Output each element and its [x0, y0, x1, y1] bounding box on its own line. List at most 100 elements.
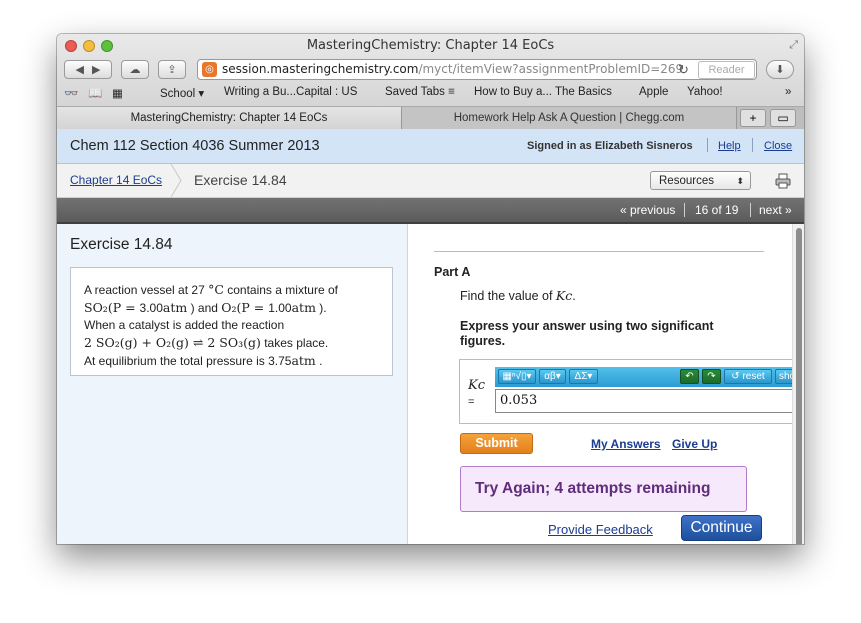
tab-overview-button[interactable]: ▭ [770, 109, 796, 127]
next-link[interactable]: next » [759, 203, 792, 217]
provide-feedback-link[interactable]: Provide Feedback [548, 522, 653, 537]
problem-text: A reaction vessel at 27 [84, 283, 209, 297]
header-divider [707, 138, 708, 152]
problem-text: . [315, 354, 323, 368]
answer-entry-box: Kc = ▦ⁿ√▯▾ αβ▾ ΔΣ▾ ↶ ↷ ↺ reset show 0.05… [459, 359, 792, 424]
problem-text: At equilibrium the total pressure is [84, 354, 269, 368]
reload-icon[interactable]: ↻ [678, 60, 692, 79]
previous-link[interactable]: « previous [620, 203, 675, 217]
print-icon[interactable] [775, 173, 791, 189]
help-link[interactable]: Help [718, 140, 741, 152]
top-sites-icon[interactable]: ▦ [112, 86, 123, 100]
bookmark-school[interactable]: School ▾ [160, 86, 204, 100]
math-unit: °C [208, 282, 224, 297]
browser-toolbar: ◀ ▶ ☁ ⇪ ◎ session.masteringchemistry.com/… [57, 58, 804, 82]
continue-button[interactable]: Continue [681, 515, 762, 541]
share-icon: ⇪ [167, 64, 177, 76]
redo-icon[interactable]: ↷ [702, 369, 721, 384]
answer-pane: Part A Find the value of Kc. Express you… [408, 224, 792, 544]
question-symbol: Kc [555, 288, 573, 303]
address-bar[interactable]: ◎ session.masteringchemistry.com/myct/it… [197, 59, 757, 80]
bookmark-yahoo[interactable]: Yahoo! [687, 86, 723, 98]
problem-line-1: A reaction vessel at 27 °C contains a mi… [84, 281, 382, 299]
problem-line-5: At equilibrium the total pressure is 3.7… [84, 352, 382, 370]
feedback-message: Try Again; 4 attempts remaining [460, 466, 747, 512]
back-icon[interactable]: ◀ [76, 63, 84, 76]
downloads-button[interactable]: ⬇ [766, 60, 794, 79]
problem-line-2: SO₂(P = 3.00atm ) and O₂(P = 1.00atm ). [84, 299, 382, 317]
breadcrumb-separator-icon [170, 164, 182, 197]
problem-text: contains a mixture of [223, 283, 338, 297]
resources-dropdown[interactable]: Resources ⬍ [650, 171, 751, 190]
problem-navigation: « previous 16 of 19 next » [57, 198, 804, 224]
resources-label: Resources [659, 175, 714, 187]
reading-list-icon[interactable]: 👓 [64, 86, 78, 100]
my-answers-link[interactable]: My Answers [591, 437, 661, 451]
bookmark-apple[interactable]: Apple [639, 86, 668, 98]
answer-variable-label: Kc [468, 378, 485, 393]
header-divider [752, 138, 753, 152]
back-forward-buttons[interactable]: ◀ ▶ [64, 60, 112, 79]
download-icon: ⬇ [775, 64, 785, 76]
reset-icon: ↺ [731, 371, 743, 382]
problem-text: ) and [187, 301, 222, 315]
tab-masteringchemistry[interactable]: MasteringChemistry: Chapter 14 EoCs [57, 107, 402, 129]
math-unit: atm [291, 300, 316, 315]
vertical-scrollbar[interactable] [792, 224, 804, 544]
signed-in-text: Signed in as Elizabeth Sisneros [527, 140, 693, 152]
math-unit: atm [162, 300, 188, 315]
bookmark-how-to-buy[interactable]: How to Buy a... The Basics [474, 86, 612, 98]
forward-icon[interactable]: ▶ [92, 63, 100, 76]
divider [434, 251, 764, 252]
question-text: Find the value of Kc. [460, 288, 576, 303]
course-title: Chem 112 Section 4036 Summer 2013 [70, 138, 320, 154]
browser-window: MasteringChemistry: Chapter 14 EoCs ⤢ ◀ ▶… [57, 34, 804, 544]
question-suffix: . [572, 289, 576, 303]
url-text[interactable]: session.masteringchemistry.com/myct/item… [222, 60, 683, 79]
browser-chrome: MasteringChemistry: Chapter 14 EoCs ⤢ ◀ ▶… [57, 34, 804, 130]
problem-position: 16 of 19 [695, 203, 739, 217]
problem-text: ). [315, 301, 327, 315]
reader-button[interactable]: Reader [698, 61, 755, 79]
give-up-link[interactable]: Give Up [672, 437, 717, 451]
submit-button[interactable]: Submit [460, 433, 533, 454]
undo-icon[interactable]: ↶ [680, 369, 699, 384]
breadcrumb: Chapter 14 EoCs Exercise 14.84 Resources… [57, 164, 804, 198]
problem-value: 1.00 [268, 301, 292, 315]
problem-value: 3.00 [139, 301, 163, 315]
window-title: MasteringChemistry: Chapter 14 EoCs [306, 38, 555, 53]
close-link[interactable]: Close [764, 140, 792, 152]
feedback-text: Try Again; 4 attempts remaining [475, 480, 711, 497]
more-bookmarks-icon[interactable]: » [785, 86, 791, 98]
breadcrumb-chapter-link[interactable]: Chapter 14 EoCs [70, 173, 162, 187]
exercise-title: Exercise 14.84 [70, 236, 173, 253]
scrollbar-thumb[interactable] [796, 228, 802, 544]
templates-button[interactable]: ▦ⁿ√▯▾ [498, 369, 536, 384]
share-button[interactable]: ⇪ [158, 60, 186, 79]
problem-pane: Exercise 14.84 A reaction vessel at 27 °… [57, 224, 408, 544]
bookmark-saved-tabs[interactable]: Saved Tabs ≡ [385, 86, 455, 98]
icloud-tabs-button[interactable]: ☁ [121, 60, 149, 79]
breadcrumb-current: Exercise 14.84 [194, 172, 287, 188]
reset-button[interactable]: ↺ reset [724, 369, 772, 384]
part-title: Part A [434, 265, 471, 279]
fullscreen-icon[interactable]: ⤢ [789, 39, 798, 52]
greek-letters-button[interactable]: αβ▾ [539, 369, 566, 384]
nav-divider [750, 203, 751, 217]
problem-line-3: When a catalyst is added the reaction [84, 318, 285, 332]
url-host: session.masteringchemistry.com [222, 62, 419, 76]
title-bar: MasteringChemistry: Chapter 14 EoCs ⤢ [57, 34, 804, 58]
math-unit: atm [291, 353, 316, 368]
symbols-button[interactable]: ΔΣ▾ [569, 369, 598, 384]
problem-value: 3.75 [268, 354, 292, 368]
answer-input[interactable]: 0.053 [495, 389, 792, 413]
new-tab-button[interactable]: + [740, 109, 766, 127]
course-header: Chem 112 Section 4036 Summer 2013 Signed… [57, 129, 804, 164]
bookmarks-icon[interactable]: 📖 [88, 86, 102, 100]
math-formula: SO₂(P = [84, 300, 140, 315]
bookmark-writing[interactable]: Writing a Bu...Capital : US [224, 86, 357, 98]
tab-chegg[interactable]: Homework Help Ask A Question | Chegg.com [402, 107, 737, 129]
show-button[interactable]: show [775, 369, 792, 384]
reset-label: reset [742, 371, 765, 382]
question-prefix: Find the value of [460, 289, 556, 303]
